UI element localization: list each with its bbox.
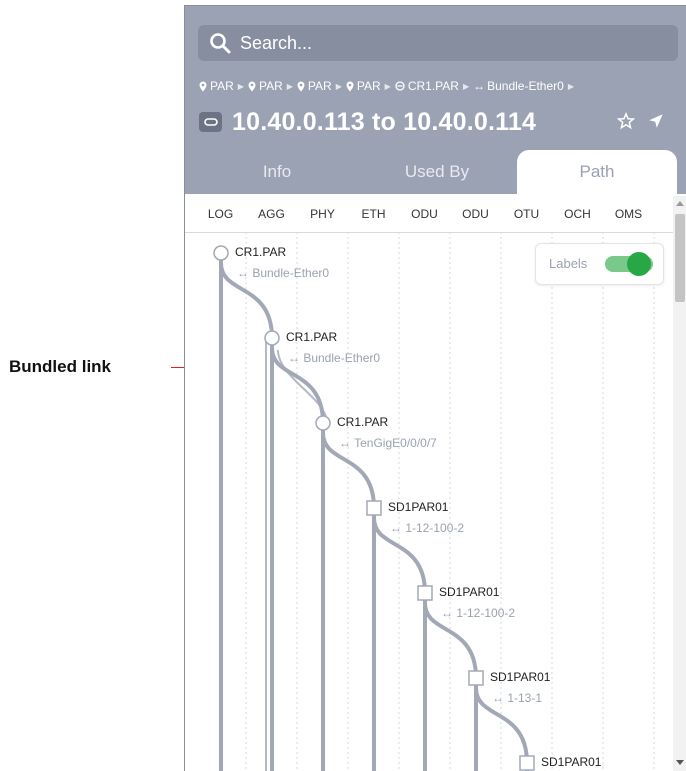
path-node-square[interactable]	[366, 500, 382, 516]
breadcrumb-separator-icon: ▶	[286, 81, 293, 91]
breadcrumb-separator-icon: ▶	[567, 81, 574, 91]
breadcrumb-separator-icon: ▶	[335, 81, 342, 91]
page-title: 10.40.0.113 to 10.40.0.114	[232, 107, 537, 136]
column-header: PHY	[310, 207, 335, 221]
column-header: OTU	[513, 207, 540, 221]
link-icon	[203, 118, 218, 126]
column-header: OMS	[614, 207, 643, 221]
labels-toggle-label: Labels	[549, 256, 588, 271]
tab-path[interactable]: Path	[517, 150, 677, 194]
search-bar[interactable]: Search...	[198, 25, 678, 61]
location-pin-icon	[346, 81, 354, 91]
search-icon	[210, 33, 231, 54]
node-name-label: SD1PAR01	[388, 500, 449, 514]
node-name-label: SD1PAR01	[541, 755, 602, 769]
path-node-square[interactable]	[519, 755, 535, 771]
bundled-link-annotation-label: Bundled link	[9, 357, 111, 376]
search-input[interactable]: Search...	[240, 33, 312, 54]
node-port-label: ↔ 1-12-100-2	[390, 521, 465, 535]
panel-header: Search... PAR ▶ PAR ▶ PAR ▶ PAR ▶ CR1.PAR ▶ ↔ Bundl…	[185, 6, 686, 194]
path-node-circle[interactable]	[264, 330, 280, 346]
path-panel: Search... PAR ▶ PAR ▶ PAR ▶ PAR ▶ CR1.PAR ▶ ↔ Bundl…	[184, 5, 686, 771]
labels-toggle-knob[interactable]	[627, 252, 651, 276]
column-header: OCH	[564, 207, 591, 221]
breadcrumb-label: PAR	[356, 79, 381, 93]
path-node-square[interactable]	[468, 670, 484, 686]
location-pin-icon	[248, 81, 256, 91]
breadcrumb-item[interactable]: PAR	[248, 79, 283, 93]
node-port-label: ↔ 1-13-1	[492, 691, 543, 705]
path-node-circle[interactable]	[315, 415, 331, 431]
navigate-icon[interactable]	[647, 112, 665, 130]
breadcrumb-label: PAR	[258, 79, 283, 93]
breadcrumb-separator-icon: ▶	[237, 81, 244, 91]
breadcrumb-item[interactable]: PAR	[297, 79, 332, 93]
breadcrumb-item[interactable]: PAR	[346, 79, 381, 93]
column-header: AGG	[258, 207, 285, 221]
tab-info[interactable]: Info	[217, 150, 337, 194]
column-header: ODU	[411, 207, 438, 221]
node-port-label: ↔ 1-12-100-2	[441, 606, 516, 620]
column-header: ODU	[462, 207, 489, 221]
tab-used-by[interactable]: Used By	[377, 150, 497, 194]
scroll-thumb[interactable]	[675, 214, 685, 302]
star-icon[interactable]	[617, 112, 635, 130]
vertical-scrollbar[interactable]	[673, 196, 686, 771]
node-name-label: SD1PAR01	[490, 670, 551, 684]
column-header: LOG	[207, 207, 234, 221]
layer-column-headers: LOGAGGPHYETHODUODUOTUOCHOMSO	[185, 196, 684, 233]
breadcrumb-label: Bundle-Ether0	[487, 79, 564, 93]
node-name-label: CR1.PAR	[286, 330, 338, 344]
breadcrumb-separator-icon: ▶	[462, 81, 470, 91]
breadcrumb-label: PAR	[307, 79, 332, 93]
node-name-label: CR1.PAR	[235, 245, 287, 259]
scroll-up-arrow[interactable]	[676, 201, 684, 206]
node-port-label: ↔ Bundle-Ether0	[288, 351, 381, 365]
breadcrumb-label: CR1.PAR	[407, 79, 459, 93]
node-name-label: SD1PAR01	[439, 585, 500, 599]
column-header: ETH	[361, 207, 386, 221]
breadcrumb: PAR ▶ PAR ▶ PAR ▶ PAR ▶ CR1.PAR ▶ ↔ Bundle-Ether0 ▶	[199, 79, 578, 93]
breadcrumb-label: PAR	[210, 79, 234, 93]
title-row: 10.40.0.113 to 10.40.0.114	[199, 105, 679, 139]
node-port-label: ↔ TenGigE0/0/0/7	[339, 436, 437, 450]
breadcrumb-item[interactable]: ↔ Bundle-Ether0	[473, 79, 564, 93]
location-pin-icon	[199, 81, 207, 91]
node-port-label: ↔ Bundle-Ether0	[237, 266, 330, 280]
location-pin-icon	[297, 81, 305, 91]
path-node-square[interactable]	[417, 585, 433, 601]
path-node-circle[interactable]	[213, 245, 229, 261]
device-icon	[395, 81, 405, 91]
scroll-down-arrow[interactable]	[676, 760, 684, 765]
labels-toggle-card: Labels	[535, 243, 664, 285]
node-name-label: CR1.PAR	[337, 415, 389, 429]
link-badge	[199, 112, 222, 132]
breadcrumb-separator-icon: ▶	[384, 81, 391, 91]
breadcrumb-item[interactable]: PAR	[199, 79, 234, 93]
link-arrows-icon: ↔	[473, 79, 486, 93]
breadcrumb-item[interactable]: CR1.PAR	[395, 79, 459, 93]
